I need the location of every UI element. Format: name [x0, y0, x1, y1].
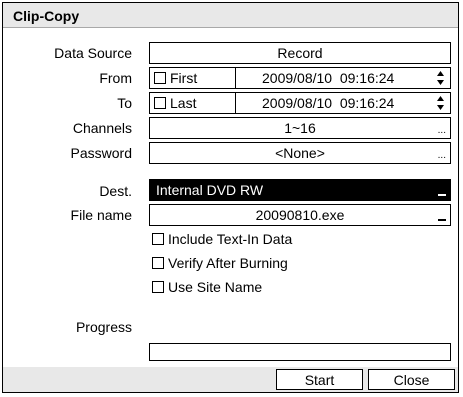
from-datetime-value: 2009/08/10 09:16:24: [262, 70, 395, 86]
option-verify-after-burning[interactable]: Verify After Burning: [152, 255, 288, 271]
ellipsis-icon: ...: [437, 150, 446, 161]
dropdown-underscore-icon: [438, 194, 446, 196]
password-value: <None>: [275, 145, 325, 161]
title-bar: Clip-Copy: [3, 3, 458, 28]
up-down-arrows-icon[interactable]: [437, 96, 444, 110]
dropdown-underscore-icon: [438, 219, 446, 221]
file-name-label: File name: [70, 207, 132, 223]
dialog-title: Clip-Copy: [13, 8, 80, 24]
channels-label: Channels: [72, 120, 132, 136]
channels-field[interactable]: 1~16 ...: [149, 117, 451, 139]
to-last-label: Last: [170, 95, 197, 111]
verify-after-burning-label: Verify After Burning: [168, 255, 288, 271]
from-first-checkbox[interactable]: [154, 72, 166, 84]
up-down-arrows-icon[interactable]: [437, 71, 444, 85]
file-name-value: 20090810.exe: [255, 207, 345, 223]
data-source-label: Data Source: [54, 45, 132, 61]
password-field[interactable]: <None> ...: [149, 142, 451, 164]
from-datetime-field[interactable]: 2009/08/10 09:16:24: [235, 67, 451, 89]
clip-copy-dialog: Clip-Copy Data Source Record From First …: [2, 2, 459, 393]
to-datetime-value: 2009/08/10 09:16:24: [262, 95, 395, 111]
progress-bar: [149, 343, 451, 361]
data-source-value: Record: [277, 45, 323, 61]
from-first-toggle[interactable]: First: [149, 67, 236, 89]
use-site-name-checkbox[interactable]: [152, 281, 164, 293]
start-button[interactable]: Start: [276, 369, 363, 390]
password-label: Password: [70, 145, 132, 161]
dest-value: Internal DVD RW: [156, 182, 264, 198]
to-last-checkbox[interactable]: [154, 97, 166, 109]
option-include-text-in[interactable]: Include Text-In Data: [152, 231, 292, 247]
progress-label: Progress: [75, 319, 132, 335]
file-name-field[interactable]: 20090810.exe: [149, 204, 451, 226]
close-button[interactable]: Close: [368, 369, 455, 390]
from-first-label: First: [170, 70, 198, 86]
dest-select[interactable]: Internal DVD RW: [149, 179, 451, 201]
verify-after-burning-checkbox[interactable]: [152, 257, 164, 269]
include-text-in-checkbox[interactable]: [152, 233, 164, 245]
dialog-footer: Start Close: [3, 367, 458, 392]
ellipsis-icon: ...: [437, 125, 446, 136]
include-text-in-label: Include Text-In Data: [168, 231, 293, 247]
to-datetime-field[interactable]: 2009/08/10 09:16:24: [235, 92, 451, 114]
data-source-select[interactable]: Record: [149, 42, 451, 64]
channels-value: 1~16: [284, 120, 316, 136]
to-last-toggle[interactable]: Last: [149, 92, 236, 114]
use-site-name-label: Use Site Name: [168, 279, 263, 295]
from-label: From: [99, 70, 132, 86]
dest-label: Dest.: [99, 183, 132, 199]
option-use-site-name[interactable]: Use Site Name: [152, 279, 262, 295]
to-label: To: [117, 95, 132, 111]
